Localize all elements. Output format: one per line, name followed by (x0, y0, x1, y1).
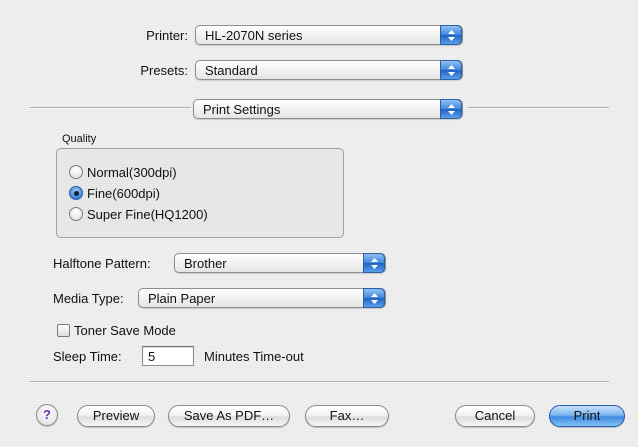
radio-button[interactable] (69, 207, 83, 221)
radio-label: Normal(300dpi) (87, 165, 177, 180)
sleep-time-suffix: Minutes Time-out (204, 349, 304, 364)
sleep-time-label: Sleep Time: (53, 349, 122, 364)
radio-button[interactable] (69, 165, 83, 179)
bottom-separator (30, 381, 609, 383)
media-type-popup[interactable]: Plain Paper (138, 288, 386, 308)
media-type-value: Plain Paper (148, 291, 216, 306)
fax-button[interactable]: Fax… (305, 405, 389, 427)
sleep-time-field[interactable]: 5 (142, 346, 194, 366)
presets-value: Standard (205, 63, 258, 78)
printer-popup[interactable]: HL-2070N series (195, 25, 463, 45)
halftone-value: Brother (184, 256, 227, 271)
media-type-label: Media Type: (53, 291, 124, 306)
presets-popup[interactable]: Standard (195, 60, 463, 80)
radio-label: Fine(600dpi) (87, 186, 160, 201)
save-as-pdf-button[interactable]: Save As PDF… (168, 405, 290, 427)
printer-label: Printer: (146, 28, 188, 43)
preview-button[interactable]: Preview (77, 405, 155, 427)
separator-right (468, 107, 609, 109)
toner-save-label: Toner Save Mode (74, 323, 176, 338)
popup-arrows-icon (363, 288, 385, 308)
separator-left (30, 107, 191, 109)
cancel-button[interactable]: Cancel (455, 405, 535, 427)
toner-save-checkbox[interactable] (57, 324, 70, 337)
halftone-label: Halftone Pattern: (53, 256, 151, 271)
panel-value: Print Settings (203, 102, 281, 117)
popup-arrows-icon (440, 60, 462, 80)
presets-label: Presets: (140, 63, 188, 78)
help-button[interactable]: ? (36, 404, 58, 426)
quality-title: Quality (62, 133, 97, 145)
print-button[interactable]: Print (549, 405, 625, 427)
radio-button-selected[interactable] (69, 186, 83, 200)
radio-label: Super Fine(HQ1200) (87, 207, 208, 222)
popup-arrows-icon (440, 99, 462, 119)
panel-popup[interactable]: Print Settings (193, 99, 463, 119)
halftone-popup[interactable]: Brother (174, 253, 386, 273)
popup-arrows-icon (440, 25, 462, 45)
popup-arrows-icon (363, 253, 385, 273)
printer-value: HL-2070N series (205, 28, 303, 43)
